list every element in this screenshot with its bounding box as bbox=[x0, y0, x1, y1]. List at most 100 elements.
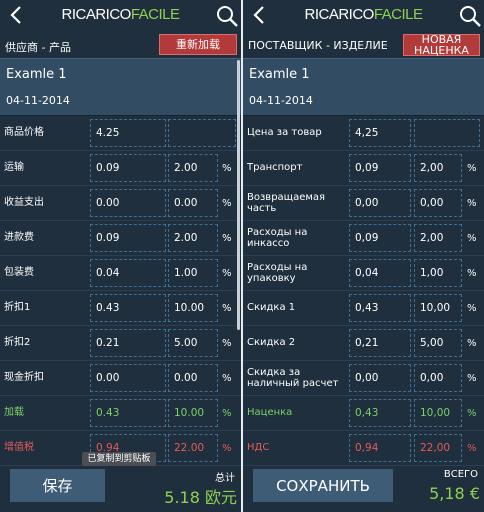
percent-sign: % bbox=[467, 267, 477, 279]
search-icon[interactable] bbox=[458, 4, 482, 28]
button-line-2: НАЦЕНКА bbox=[414, 44, 469, 57]
percent-field[interactable]: 10.00 bbox=[168, 294, 218, 322]
value-field[interactable]: 0,43 bbox=[349, 294, 411, 322]
percent-sign: % bbox=[467, 442, 477, 454]
app-logo: RICARICOFACILE bbox=[0, 6, 241, 23]
percent-field[interactable]: 2,00 bbox=[414, 154, 462, 182]
row-cash-discount: Скидка за наличный расчет 0,00 0,00 % bbox=[243, 361, 484, 396]
row-label: Возвращаемая часть bbox=[247, 191, 326, 215]
percent-sign: % bbox=[467, 232, 477, 244]
save-button[interactable]: СОХРАНИТЬ bbox=[253, 469, 393, 502]
product-date: 04-11-2014 bbox=[249, 94, 313, 107]
value-field[interactable]: 0.21 bbox=[90, 329, 166, 357]
percent-field[interactable]: 2.00 bbox=[168, 154, 218, 182]
row-label: 收益支出 bbox=[4, 197, 44, 209]
percent-sign: % bbox=[222, 232, 232, 244]
percent-field[interactable]: 22,00 bbox=[414, 434, 462, 462]
value-field[interactable]: 0.09 bbox=[90, 224, 166, 252]
row-label: Скидка 2 bbox=[247, 337, 296, 349]
value-field[interactable]: 0,94 bbox=[349, 434, 411, 462]
row-transport: 运输 0.09 2.00 % bbox=[0, 151, 241, 186]
value-field[interactable]: 0,00 bbox=[349, 364, 411, 392]
value-field[interactable]: 0.43 bbox=[90, 399, 166, 427]
left-screen: RICARICOFACILE 供应商 - 产品 重新加载 Examle 1 04… bbox=[0, 0, 241, 512]
value-field[interactable]: 4.25 bbox=[90, 119, 166, 147]
section-header: 供应商 - 产品 重新加载 bbox=[0, 33, 241, 57]
save-button[interactable]: 保存 bbox=[10, 469, 105, 502]
value-field[interactable]: 0,21 bbox=[349, 329, 411, 357]
value-field[interactable]: 0.00 bbox=[90, 364, 166, 392]
row-label: 加载 bbox=[4, 407, 24, 419]
product-date: 04-11-2014 bbox=[6, 94, 70, 107]
percent-field[interactable]: 2.00 bbox=[168, 224, 218, 252]
row-label: 进款费 bbox=[4, 232, 34, 244]
percent-field[interactable]: 5,00 bbox=[414, 329, 462, 357]
percent-sign: % bbox=[467, 407, 477, 419]
search-icon[interactable] bbox=[215, 4, 239, 28]
total-value: 5,18 € bbox=[429, 484, 480, 503]
row-label: Скидка за наличный расчет bbox=[247, 366, 339, 390]
row-label: Транспорт bbox=[247, 162, 303, 174]
value-field[interactable]: 0,43 bbox=[349, 399, 411, 427]
row-label: 折扣1 bbox=[4, 302, 31, 314]
row-collection: 进款费 0.09 2.00 % bbox=[0, 221, 241, 256]
section-title: ПОСТАВЩИК - ИЗДЕЛИЕ bbox=[248, 39, 388, 52]
percent-field[interactable]: 0.00 bbox=[168, 189, 218, 217]
row-label: Скидка 1 bbox=[247, 302, 296, 314]
percent-field[interactable] bbox=[414, 119, 480, 147]
value-field[interactable]: 0,09 bbox=[349, 154, 411, 182]
value-field[interactable]: 0,04 bbox=[349, 259, 411, 287]
row-label: 折扣2 bbox=[4, 337, 31, 349]
bottom-bar: СОХРАНИТЬ ВСЕГО 5,18 € bbox=[243, 464, 484, 512]
row-label: 商品价格 bbox=[4, 127, 44, 139]
product-header[interactable]: Examle 1 04-11-2014 bbox=[243, 58, 484, 116]
row-returns: 收益支出 0.00 0.00 % bbox=[0, 186, 241, 221]
percent-field[interactable]: 0,00 bbox=[414, 189, 462, 217]
percent-field[interactable]: 10,00 bbox=[414, 399, 462, 427]
percent-field[interactable]: 0.00 bbox=[168, 364, 218, 392]
row-label: НДС bbox=[247, 442, 270, 454]
new-markup-button[interactable]: НОВАЯ НАЦЕНКА bbox=[403, 34, 480, 56]
percent-field[interactable]: 22.00 bbox=[168, 434, 218, 462]
top-bar: RICARICOFACILE bbox=[0, 0, 241, 30]
percent-field[interactable]: 1.00 bbox=[168, 259, 218, 287]
total-label: ВСЕГО bbox=[443, 469, 478, 480]
percent-sign: % bbox=[222, 407, 232, 419]
percent-field[interactable]: 10.00 bbox=[168, 399, 218, 427]
top-bar: RICARICOFACILE bbox=[243, 0, 484, 30]
percent-field[interactable] bbox=[168, 119, 236, 147]
reload-button[interactable]: 重新加载 bbox=[159, 34, 237, 55]
value-field[interactable]: 0,09 bbox=[349, 224, 411, 252]
percent-field[interactable]: 10,00 bbox=[414, 294, 462, 322]
logo-part-1: RICARICO bbox=[61, 6, 131, 23]
value-field[interactable]: 0,00 bbox=[349, 189, 411, 217]
section-title: 供应商 - 产品 bbox=[5, 41, 71, 54]
section-header: ПОСТАВЩИК - ИЗДЕЛИЕ НОВАЯ НАЦЕНКА bbox=[243, 33, 484, 57]
value-field[interactable]: 0.00 bbox=[90, 189, 166, 217]
value-field[interactable]: 0.43 bbox=[90, 294, 166, 322]
row-discount-2: Скидка 2 0,21 5,00 % bbox=[243, 326, 484, 361]
row-label: 包装费 bbox=[4, 267, 34, 279]
percent-sign: % bbox=[222, 197, 232, 209]
clipboard-toast: 已复制到剪贴板 bbox=[82, 452, 156, 466]
value-field[interactable]: 0.04 bbox=[90, 259, 166, 287]
percent-sign: % bbox=[467, 197, 477, 209]
row-label: 增值税 bbox=[4, 442, 34, 454]
percent-sign: % bbox=[467, 302, 477, 314]
product-name: Examle 1 bbox=[6, 67, 67, 82]
row-price: Цена за товар 4,25 bbox=[243, 116, 484, 151]
row-discount-1: Скидка 1 0,43 10,00 % bbox=[243, 291, 484, 326]
percent-field[interactable]: 5.00 bbox=[168, 329, 218, 357]
product-header[interactable]: Examle 1 04-11-2014 bbox=[0, 58, 241, 116]
row-label: Расходы на инкассо bbox=[247, 226, 308, 250]
percent-field[interactable]: 1,00 bbox=[414, 259, 462, 287]
logo-part-1: RICARICO bbox=[304, 6, 374, 23]
percent-field[interactable]: 0,00 bbox=[414, 364, 462, 392]
product-name: Examle 1 bbox=[249, 67, 310, 82]
scrollbar[interactable] bbox=[237, 60, 240, 330]
percent-sign: % bbox=[467, 162, 477, 174]
value-field[interactable]: 0.09 bbox=[90, 154, 166, 182]
percent-field[interactable]: 2,00 bbox=[414, 224, 462, 252]
row-vat: НДС 0,94 22,00 % bbox=[243, 431, 484, 466]
value-field[interactable]: 4,25 bbox=[349, 119, 411, 147]
